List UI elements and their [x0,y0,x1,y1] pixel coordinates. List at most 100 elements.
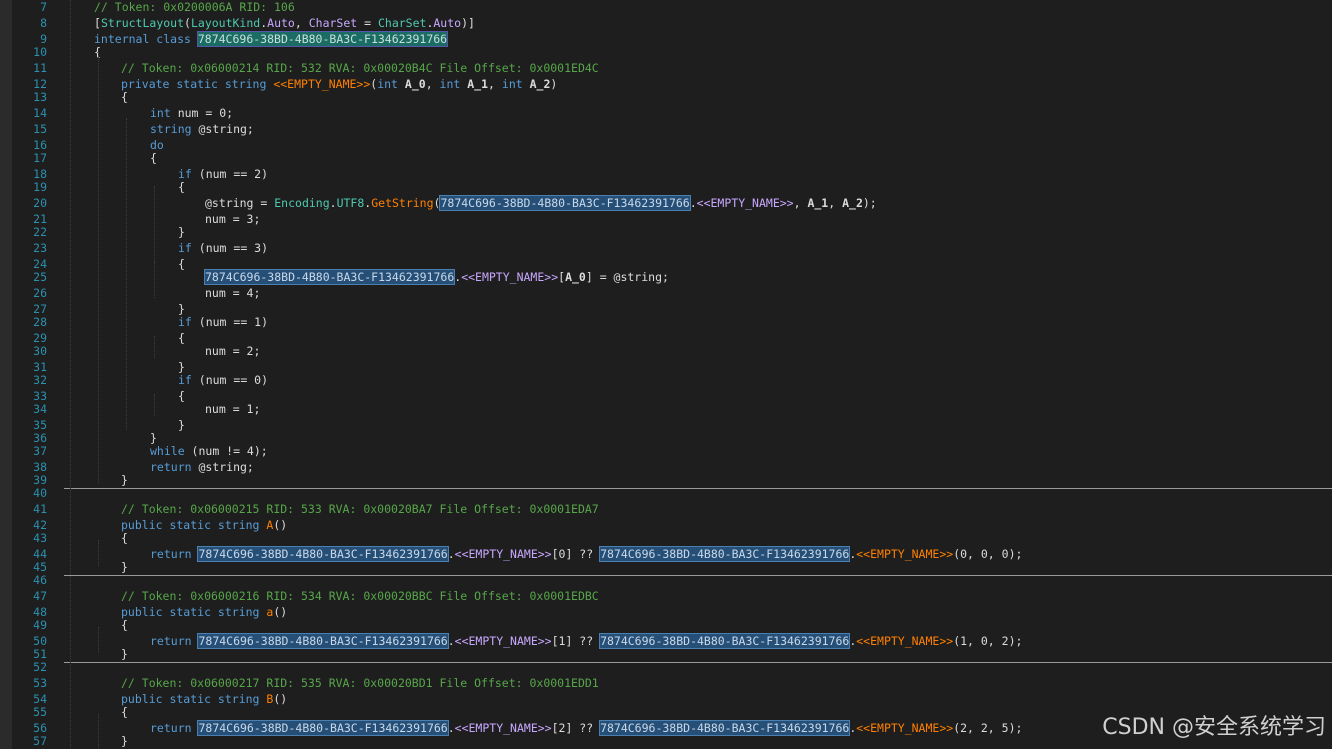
highlighted-identifier[interactable]: 7874C696-38BD-4B80-BA3C-F13462391766 [197,720,449,736]
line-number: 39 [33,473,47,487]
code-line[interactable]: public static string B() [121,692,287,706]
code-line[interactable]: @string = Encoding.UTF8.GetString(7874C6… [205,195,877,211]
code-token: [0] ?? [551,547,601,561]
code-line[interactable]: } [178,302,185,316]
code-line[interactable]: { [121,618,128,632]
code-line[interactable]: if (num == 3) [178,241,268,255]
code-token: int [150,106,178,120]
code-line[interactable]: // Token: 0x06000216 RID: 534 RVA: 0x000… [121,589,599,603]
code-line[interactable]: { [178,180,185,194]
code-line[interactable]: 7874C696-38BD-4B80-BA3C-F13462391766.<<E… [203,269,669,285]
code-line[interactable]: if (num == 1) [178,315,268,329]
code-line[interactable]: public static string A() [121,518,287,532]
line-number: 50 [33,634,47,648]
code-line[interactable]: string @string; [150,122,254,136]
code-line[interactable]: } [121,734,128,748]
highlighted-identifier[interactable]: 7874C696-38BD-4B80-BA3C-F13462391766 [599,720,851,736]
code-line[interactable]: private static string <<EMPTY_NAME>>(int… [121,77,557,91]
code-token: // Token: 0x0200006A RID: 106 [94,0,295,14]
code-line[interactable]: internal class 7874C696-38BD-4B80-BA3C-F… [94,31,449,47]
code-line[interactable]: { [121,90,128,104]
code-token: @string; [198,460,254,474]
code-line[interactable]: [StructLayout(LayoutKind.Auto, CharSet =… [94,16,475,30]
line-number: 56 [33,721,47,735]
highlighted-identifier[interactable]: 7874C696-38BD-4B80-BA3C-F13462391766 [203,269,456,285]
code-token: private static string [121,77,274,91]
code-line[interactable]: if (num == 0) [178,373,268,387]
indent-guide [98,714,99,749]
code-line[interactable]: } [178,418,185,432]
highlighted-identifier[interactable]: 7874C696-38BD-4B80-BA3C-F13462391766 [196,31,449,47]
line-number: 36 [33,431,47,445]
line-number: 41 [33,502,47,516]
code-token: @string; [198,122,254,136]
code-line[interactable]: { [178,257,185,271]
code-line[interactable]: { [150,151,157,165]
code-line[interactable]: public static string a() [121,605,287,619]
code-editor[interactable]: // Token: 0x0200006A RID: 106 [StructLayo… [0,0,1332,749]
code-line[interactable]: if (num == 2) [178,167,268,181]
code-line[interactable]: } [178,225,185,239]
line-number: 8 [40,16,47,30]
line-number: 47 [33,589,47,603]
code-token: return [150,460,199,474]
code-token: , [488,77,502,91]
code-token: public static string [121,518,267,532]
highlighted-identifier[interactable]: 7874C696-38BD-4B80-BA3C-F13462391766 [439,195,691,211]
code-line[interactable]: num = 1; [205,402,260,416]
code-line[interactable]: while (num != 4); [150,444,268,458]
code-line[interactable]: return 7874C696-38BD-4B80-BA3C-F13462391… [150,546,1023,562]
code-token: UTF8 [336,196,365,210]
code-token: { [121,531,128,545]
line-number: 24 [33,257,47,271]
line-number: 31 [33,360,47,374]
line-number: 37 [33,444,47,458]
code-token: A_1 [467,77,489,91]
code-token: Auto [267,16,295,30]
code-line[interactable]: // Token: 0x0200006A RID: 106 [94,0,295,14]
code-line[interactable]: return 7874C696-38BD-4B80-BA3C-F13462391… [150,720,1022,736]
highlighted-identifier[interactable]: 7874C696-38BD-4B80-BA3C-F13462391766 [599,633,851,649]
code-token: if [178,167,199,181]
code-token: return [150,634,199,648]
code-token: () [273,692,288,706]
code-line[interactable]: } [121,560,128,574]
highlighted-identifier[interactable]: 7874C696-38BD-4B80-BA3C-F13462391766 [197,546,449,562]
indent-guide [98,627,99,653]
highlighted-identifier[interactable]: 7874C696-38BD-4B80-BA3C-F13462391766 [599,546,851,562]
code-line[interactable]: } [150,431,157,445]
code-token: <<EMPTY_NAME>> [454,721,552,735]
line-number: 7 [40,0,47,14]
code-line[interactable]: } [121,647,128,661]
code-line[interactable]: int num = 0; [150,106,233,120]
code-line[interactable]: } [178,360,185,374]
code-token: )] [461,16,475,30]
code-line[interactable]: num = 2; [205,344,260,358]
line-number: 53 [33,676,47,690]
line-number: 51 [33,647,47,661]
code-line[interactable]: // Token: 0x06000215 RID: 533 RVA: 0x000… [121,502,599,516]
code-line[interactable]: { [121,531,128,545]
code-line[interactable]: num = 4; [205,286,260,300]
code-token: public static string [121,692,267,706]
code-line[interactable]: return 7874C696-38BD-4B80-BA3C-F13462391… [150,633,1022,649]
code-line[interactable]: { [121,705,128,719]
code-token: CharSet [308,16,358,30]
code-token: if [178,241,199,255]
code-line[interactable]: return @string; [150,460,254,474]
code-line[interactable]: do [150,138,164,152]
code-token: (0, 0, 0); [953,547,1023,561]
code-line[interactable]: } [121,473,128,487]
code-line[interactable]: // Token: 0x06000214 RID: 532 RVA: 0x000… [121,61,599,75]
code-line[interactable]: { [178,331,185,345]
code-token: { [178,180,185,194]
code-line[interactable]: num = 3; [205,212,260,226]
code-token: . [447,634,455,648]
code-line[interactable]: // Token: 0x06000217 RID: 535 RVA: 0x000… [121,676,599,690]
highlighted-identifier[interactable]: 7874C696-38BD-4B80-BA3C-F13462391766 [197,633,449,649]
line-number: 30 [33,344,47,358]
code-token: int [377,77,405,91]
code-line[interactable]: { [178,389,185,403]
code-token: } [178,302,185,316]
code-token: () [273,605,288,619]
